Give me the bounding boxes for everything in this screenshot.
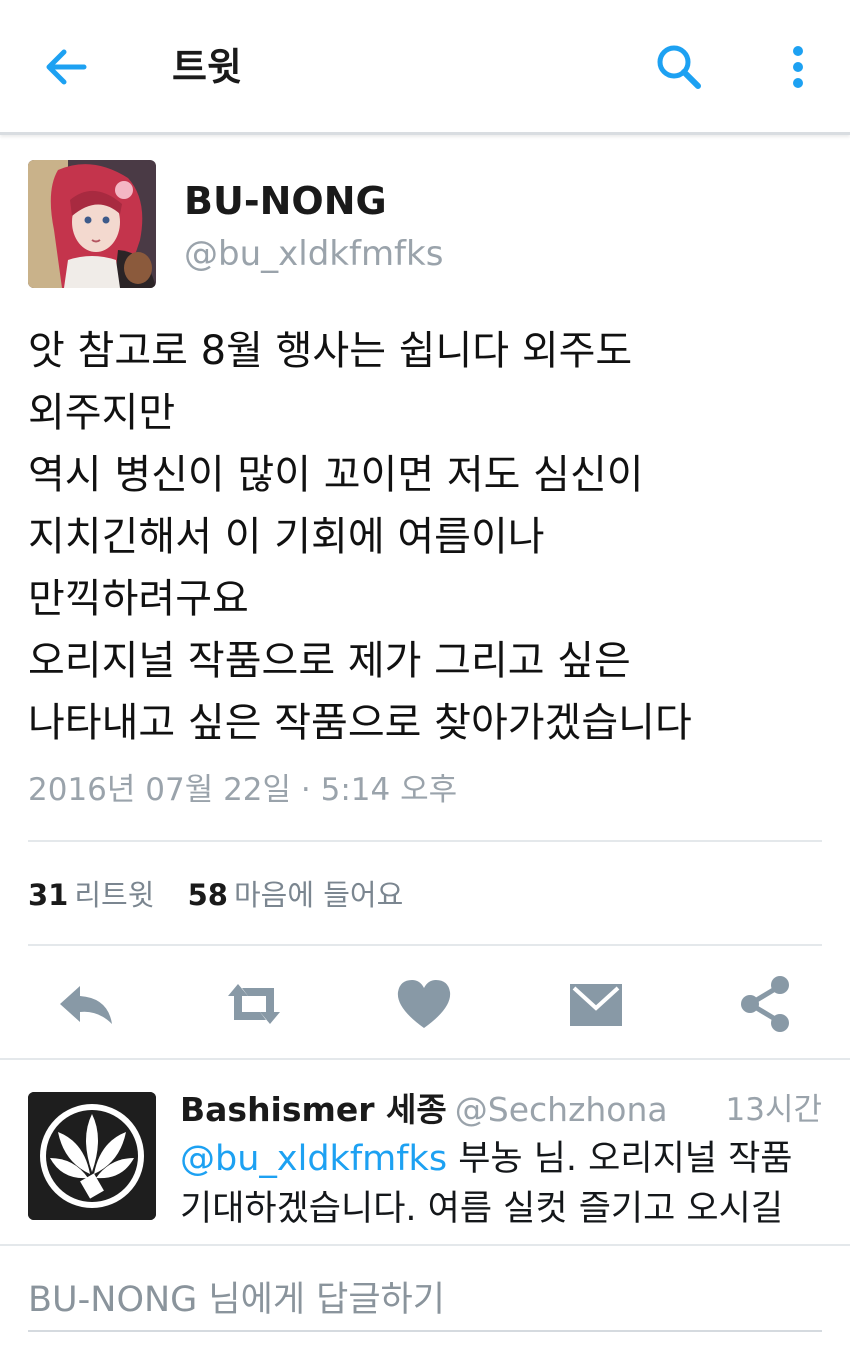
reply-icon[interactable] (54, 972, 118, 1036)
reply-author-name[interactable]: Bashismer 세종 (180, 1090, 447, 1129)
tweet-stats: 31 리트윗 58 마음에 들어요 (28, 872, 427, 918)
reply-header: Bashismer 세종 @Sechzhona (180, 1088, 668, 1132)
page-title: 트윗 (172, 45, 242, 89)
mention-link[interactable]: @bu_xldkfmfks (180, 1139, 447, 1179)
heart-icon[interactable] (392, 972, 456, 1036)
author-name[interactable]: BU-NONG (184, 178, 387, 224)
reply-time: 13시간 (725, 1092, 823, 1128)
tweet-line: 만끽하려구요 (28, 576, 249, 622)
tweet-line: 외주지만 (28, 390, 176, 436)
reply-line: 부농 님. 오리지널 작품 (447, 1139, 793, 1179)
avatar[interactable] (28, 160, 156, 288)
reply-input[interactable]: BU-NONG 님에게 답글하기 (28, 1270, 822, 1332)
divider (28, 944, 822, 946)
reply-author-handle[interactable]: @Sechzhona (455, 1090, 668, 1129)
like-count-label[interactable]: 마음에 들어요 (234, 878, 403, 912)
tweet-timestamp: 2016년 07월 22일 · 5:14 오후 (28, 772, 458, 808)
search-icon[interactable] (652, 40, 706, 94)
retweet-count[interactable]: 31 (28, 878, 68, 912)
reply-text: @bu_xldkfmfks 부농 님. 오리지널 작품 기대하겠습니다. 여름 … (180, 1134, 830, 1234)
tweet-line: 지치긴해서 이 기회에 여름이나 (28, 514, 545, 560)
tweet-line: 앗 참고로 8월 행사는 쉽니다 외주도 (28, 328, 633, 374)
divider (0, 1058, 850, 1060)
like-count[interactable]: 58 (188, 878, 228, 912)
reply-composer: BU-NONG 님에게 답글하기 (0, 1244, 850, 1362)
tweet-line: 오리지널 작품으로 제가 그리고 싶은 (28, 638, 631, 684)
tweet-text: 앗 참고로 8월 행사는 쉽니다 외주도 외주지만 역시 병신이 많이 꼬이면 … (28, 320, 828, 754)
reply-line: 기대하겠습니다. 여름 실컷 즐기고 오시길 (180, 1189, 784, 1229)
retweet-icon[interactable] (222, 972, 286, 1036)
tweet-line: 역시 병신이 많이 꼬이면 저도 심신이 (28, 452, 644, 498)
arrow-left-icon[interactable] (40, 42, 94, 92)
divider (28, 840, 822, 842)
author-handle[interactable]: @bu_xldkfmfks (184, 232, 443, 276)
message-icon[interactable] (564, 972, 628, 1036)
top-app-bar: 트윗 (0, 0, 850, 135)
share-icon[interactable] (734, 972, 798, 1036)
reply-avatar[interactable] (28, 1092, 156, 1220)
retweet-count-label[interactable]: 리트윗 (74, 878, 154, 912)
more-vertical-icon[interactable] (780, 40, 816, 94)
tweet-line: 나타내고 싶은 작품으로 찾아가겠습니다 (28, 700, 692, 746)
